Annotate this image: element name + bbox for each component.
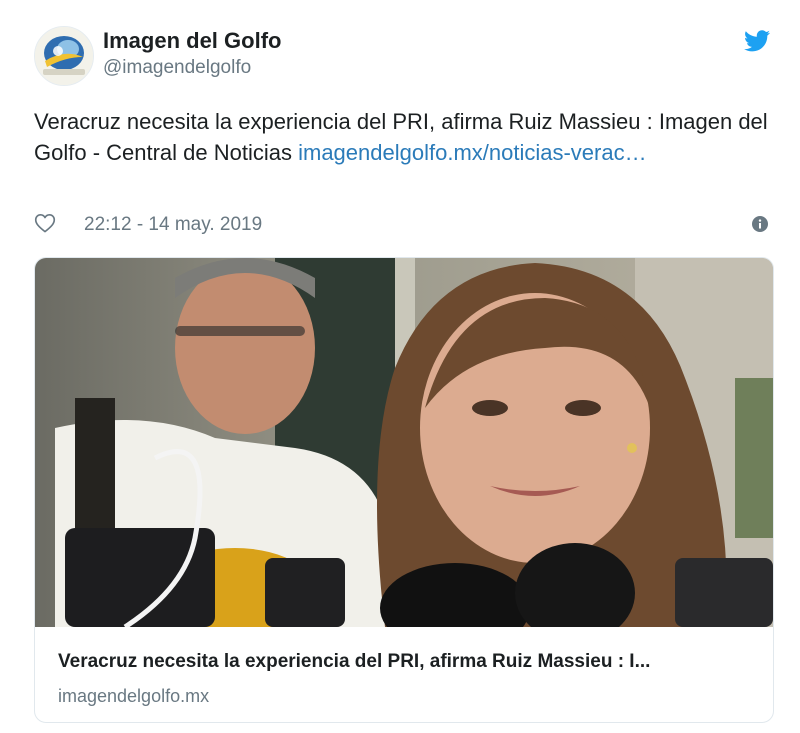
twitter-bird-icon[interactable] [744,30,770,52]
card-photo [35,258,773,627]
card-domain[interactable]: imagendelgolfo.mx [58,686,209,707]
account-name[interactable]: Imagen del Golfo [103,28,281,54]
tweet-text: Veracruz necesita la experiencia del PRI… [34,106,774,168]
card-title[interactable]: Veracruz necesita la experiencia del PRI… [58,651,748,673]
account-avatar[interactable] [34,26,94,86]
link-preview-card[interactable]: Veracruz necesita la experiencia del PRI… [34,257,774,723]
tweet-meta-row: 22:12 - 14 may. 2019 [34,210,774,240]
heart-outline-icon[interactable] [34,213,56,233]
info-circle-icon[interactable] [752,216,768,232]
tweet-timestamp[interactable]: 22:12 - 14 may. 2019 [84,214,262,236]
imagen-del-golfo-logo [35,27,93,85]
embedded-tweet: Imagen del Golfo @imagendelgolfo Veracru… [0,0,800,733]
tweet-link[interactable]: imagendelgolfo.mx/noticias-verac… [298,140,647,165]
account-handle[interactable]: @imagendelgolfo [103,57,251,79]
